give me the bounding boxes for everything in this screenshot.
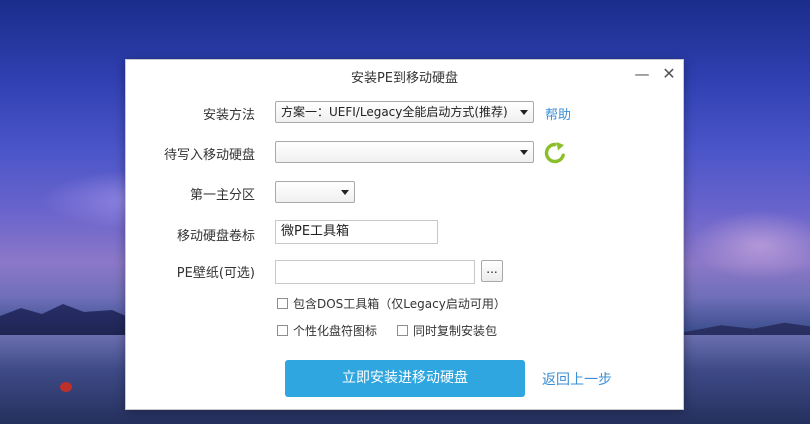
copy-installer-label: 同时复制安装包 xyxy=(413,324,498,338)
refresh-icon[interactable] xyxy=(543,141,567,165)
disk-select[interactable] xyxy=(275,141,534,163)
chevron-down-icon xyxy=(341,190,349,195)
custom-drive-icon-label: 个性化盘符图标 xyxy=(293,324,378,338)
chevron-down-icon xyxy=(520,110,528,115)
minimize-button[interactable]: — xyxy=(634,66,650,82)
volume-input[interactable]: 微PE工具箱 xyxy=(275,220,438,244)
chevron-down-icon xyxy=(520,150,528,155)
browse-button[interactable]: ... xyxy=(481,260,503,282)
wallpaper-label: PE壁纸(可选) xyxy=(176,266,255,281)
install-pe-dialog: 安装PE到移动硬盘 — ✕ 安装方法 方案一：UEFI/Legacy全能启动方式… xyxy=(125,59,684,410)
install-button[interactable]: 立即安装进移动硬盘 xyxy=(285,360,525,397)
close-button[interactable]: ✕ xyxy=(661,66,677,82)
wallpaper-input[interactable] xyxy=(275,260,475,284)
background-buoy xyxy=(60,382,72,392)
window-title: 安装PE到移动硬盘 xyxy=(350,71,459,86)
partition-label: 第一主分区 xyxy=(189,188,255,203)
disk-label: 待写入移动硬盘 xyxy=(163,148,255,163)
custom-drive-icon-checkbox[interactable] xyxy=(277,325,288,336)
background-cloud xyxy=(690,210,810,280)
background-hills xyxy=(0,304,140,340)
partition-select[interactable] xyxy=(275,181,355,203)
method-select[interactable]: 方案一：UEFI/Legacy全能启动方式(推荐) xyxy=(275,101,534,123)
method-select-value: 方案一：UEFI/Legacy全能启动方式(推荐) xyxy=(281,105,508,119)
volume-label: 移动硬盘卷标 xyxy=(176,229,255,244)
back-link[interactable]: 返回上一步 xyxy=(542,369,612,389)
dos-toolbox-checkbox[interactable] xyxy=(277,298,288,309)
copy-installer-checkbox[interactable] xyxy=(397,325,408,336)
method-label: 安装方法 xyxy=(202,108,255,123)
dos-toolbox-label: 包含DOS工具箱（仅Legacy启动可用） xyxy=(293,297,506,311)
help-link[interactable]: 帮助 xyxy=(545,104,571,123)
